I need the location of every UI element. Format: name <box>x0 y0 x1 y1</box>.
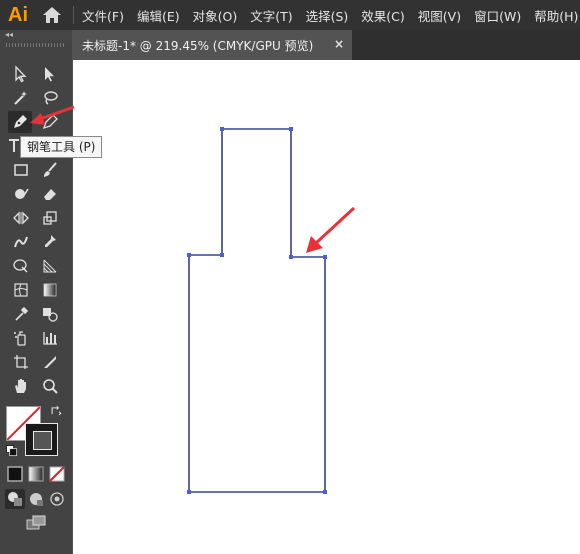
menu-separator <box>73 6 74 24</box>
color-mode-icon[interactable] <box>5 464 25 484</box>
column-graph-tool-icon[interactable] <box>38 327 62 349</box>
perspective-grid-tool-icon[interactable] <box>38 255 62 277</box>
menu-window[interactable]: 窗口(W) <box>474 6 521 25</box>
free-transform-tool-icon[interactable] <box>38 231 62 253</box>
annotation-arrow-pen <box>30 105 75 125</box>
gradient-mode-icon[interactable] <box>26 464 46 484</box>
anchor-points <box>187 127 327 494</box>
menu-edit[interactable]: 编辑(E) <box>137 6 180 25</box>
zoom-tool-icon[interactable] <box>38 375 62 397</box>
blend-tool-icon[interactable] <box>38 303 62 325</box>
collapse-panel-icon[interactable]: ◂◂ <box>5 30 13 39</box>
bottle-path-selection <box>188 128 326 493</box>
menu-type[interactable]: 文字(T) <box>250 6 292 25</box>
pen-tool-tooltip: 钢笔工具 (P) <box>20 136 103 158</box>
app-logo: Ai <box>8 4 28 26</box>
shape-builder-tool-icon[interactable] <box>9 255 33 277</box>
artboard-tool-icon[interactable] <box>9 351 33 373</box>
direct-selection-tool-icon[interactable] <box>38 63 62 85</box>
close-icon[interactable]: × <box>334 37 344 51</box>
screen-mode-icon[interactable] <box>23 513 49 533</box>
rectangle-tool-icon[interactable] <box>9 159 33 181</box>
menu-object[interactable]: 对象(O) <box>193 6 238 25</box>
rotate-tool-icon[interactable] <box>9 207 33 229</box>
swap-fill-stroke-icon[interactable] <box>47 402 65 420</box>
annotation-arrow-canvas <box>306 206 356 253</box>
selection-tool-icon[interactable] <box>9 63 33 85</box>
warp-tool-icon[interactable] <box>9 231 33 253</box>
none-mode-icon[interactable] <box>47 464 67 484</box>
symbol-sprayer-tool-icon[interactable] <box>9 327 33 349</box>
hand-tool-icon[interactable] <box>9 375 33 397</box>
menu-effect[interactable]: 效果(C) <box>361 6 404 25</box>
draw-normal-icon[interactable] <box>5 489 25 509</box>
gradient-tool-icon[interactable] <box>38 279 62 301</box>
paintbrush-tool-icon[interactable] <box>38 159 62 181</box>
mesh-tool-icon[interactable] <box>9 279 33 301</box>
document-tab[interactable]: 未标题-1* @ 219.45% (CMYK/GPU 预览) × <box>73 30 352 60</box>
tools-panel-header: ◂◂ <box>0 30 72 42</box>
home-icon[interactable] <box>42 6 62 24</box>
document-tab-strip: 未标题-1* @ 219.45% (CMYK/GPU 预览) × <box>73 30 580 60</box>
artboard-canvas[interactable] <box>73 60 580 554</box>
menu-view[interactable]: 视图(V) <box>418 6 461 25</box>
menu-help[interactable]: 帮助(H) <box>534 6 578 25</box>
document-tab-title: 未标题-1* @ 219.45% (CMYK/GPU 预览) <box>82 38 314 53</box>
slice-tool-icon[interactable] <box>38 351 62 373</box>
eraser-tool-icon[interactable] <box>38 183 62 205</box>
default-fill-stroke-icon[interactable] <box>3 442 21 460</box>
draw-inside-icon[interactable] <box>47 489 67 509</box>
main-menu: 文件(F) 编辑(E) 对象(O) 文字(T) 选择(S) 效果(C) 视图(V… <box>82 0 580 30</box>
eyedropper-tool-icon[interactable] <box>9 303 33 325</box>
panel-grip[interactable] <box>6 43 66 47</box>
menu-select[interactable]: 选择(S) <box>306 6 349 25</box>
menu-file[interactable]: 文件(F) <box>82 6 124 25</box>
menu-bar: Ai 文件(F) 编辑(E) 对象(O) 文字(T) 选择(S) 效果(C) 视… <box>0 0 580 30</box>
shaper-tool-icon[interactable] <box>9 183 33 205</box>
scale-tool-icon[interactable] <box>38 207 62 229</box>
stroke-swatch[interactable] <box>25 423 58 456</box>
draw-behind-icon[interactable] <box>26 489 46 509</box>
stroke-swatch-inner <box>33 431 52 450</box>
bottle-path <box>188 128 326 493</box>
